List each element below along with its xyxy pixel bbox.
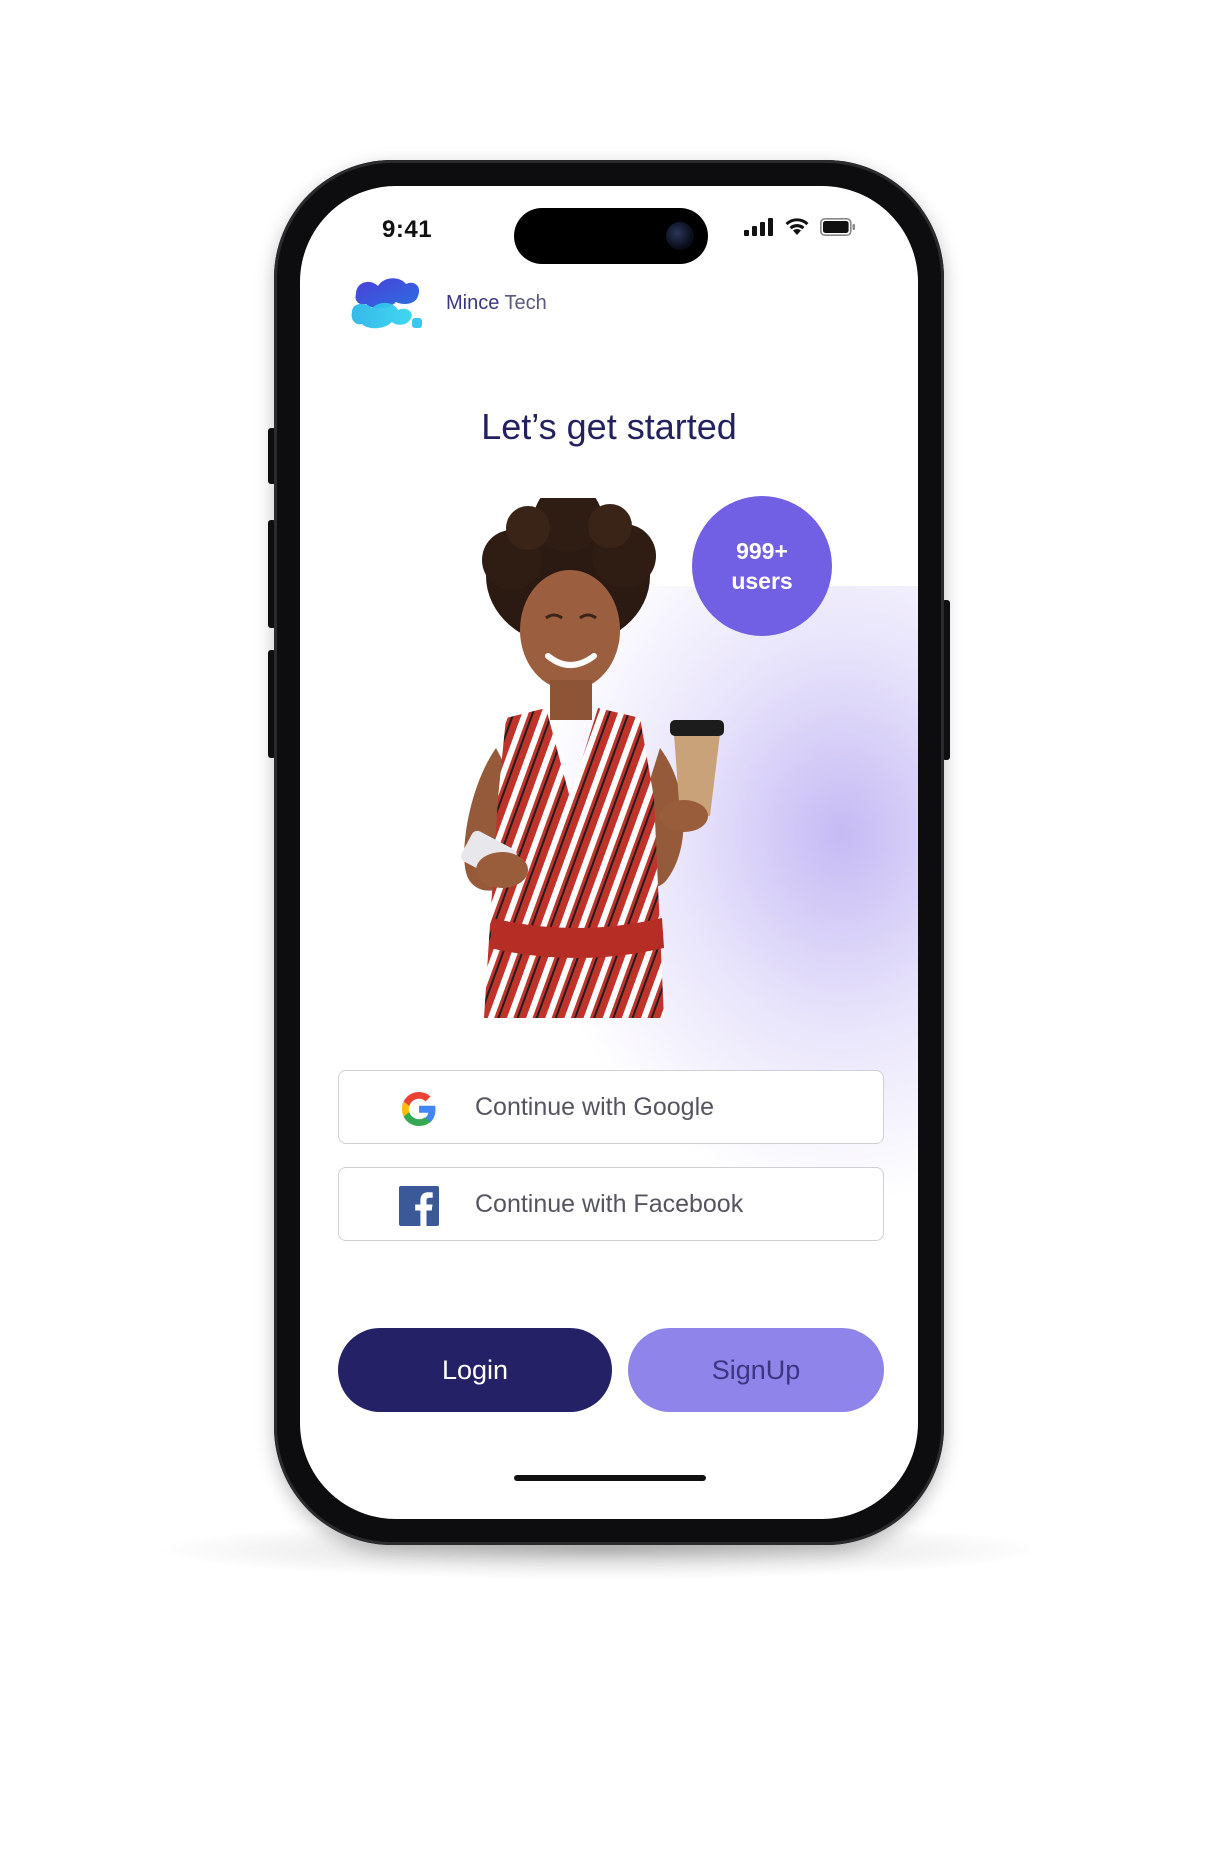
wifi-icon bbox=[785, 218, 809, 235]
user-count-badge: 999+ users bbox=[692, 496, 832, 636]
mockup-stage: 9:41 Mince Tech Let’s get started 999+ u… bbox=[0, 0, 1218, 1866]
status-time: 9:41 bbox=[382, 216, 433, 243]
google-icon bbox=[402, 1092, 436, 1126]
brand-name-part1: Mince bbox=[446, 292, 500, 314]
brand-name: Mince Tech bbox=[446, 292, 547, 315]
signup-button[interactable]: SignUp bbox=[628, 1328, 884, 1412]
badge-count: 999+ bbox=[736, 538, 788, 564]
login-button[interactable]: Login bbox=[338, 1328, 612, 1412]
camera-icon bbox=[666, 222, 694, 250]
continue-with-facebook-button[interactable]: Continue with Facebook bbox=[338, 1167, 884, 1241]
cloud-logo-icon bbox=[351, 278, 422, 329]
continue-with-google-button[interactable]: Continue with Google bbox=[338, 1070, 884, 1144]
badge-label: users bbox=[731, 568, 793, 594]
page-title: Let’s get started bbox=[481, 406, 737, 447]
status-icons bbox=[744, 218, 856, 236]
google-button-label: Continue with Google bbox=[475, 1093, 715, 1121]
home-indicator[interactable] bbox=[514, 1475, 706, 1481]
facebook-button-label: Continue with Facebook bbox=[475, 1190, 744, 1218]
cellular-signal-icon bbox=[744, 218, 773, 236]
brand-name-part2: Tech bbox=[499, 292, 547, 314]
dynamic-island bbox=[514, 208, 708, 264]
phone-screen: 9:41 Mince Tech Let’s get started 999+ u… bbox=[300, 186, 918, 1519]
battery-icon bbox=[820, 218, 855, 236]
facebook-icon bbox=[399, 1186, 439, 1226]
